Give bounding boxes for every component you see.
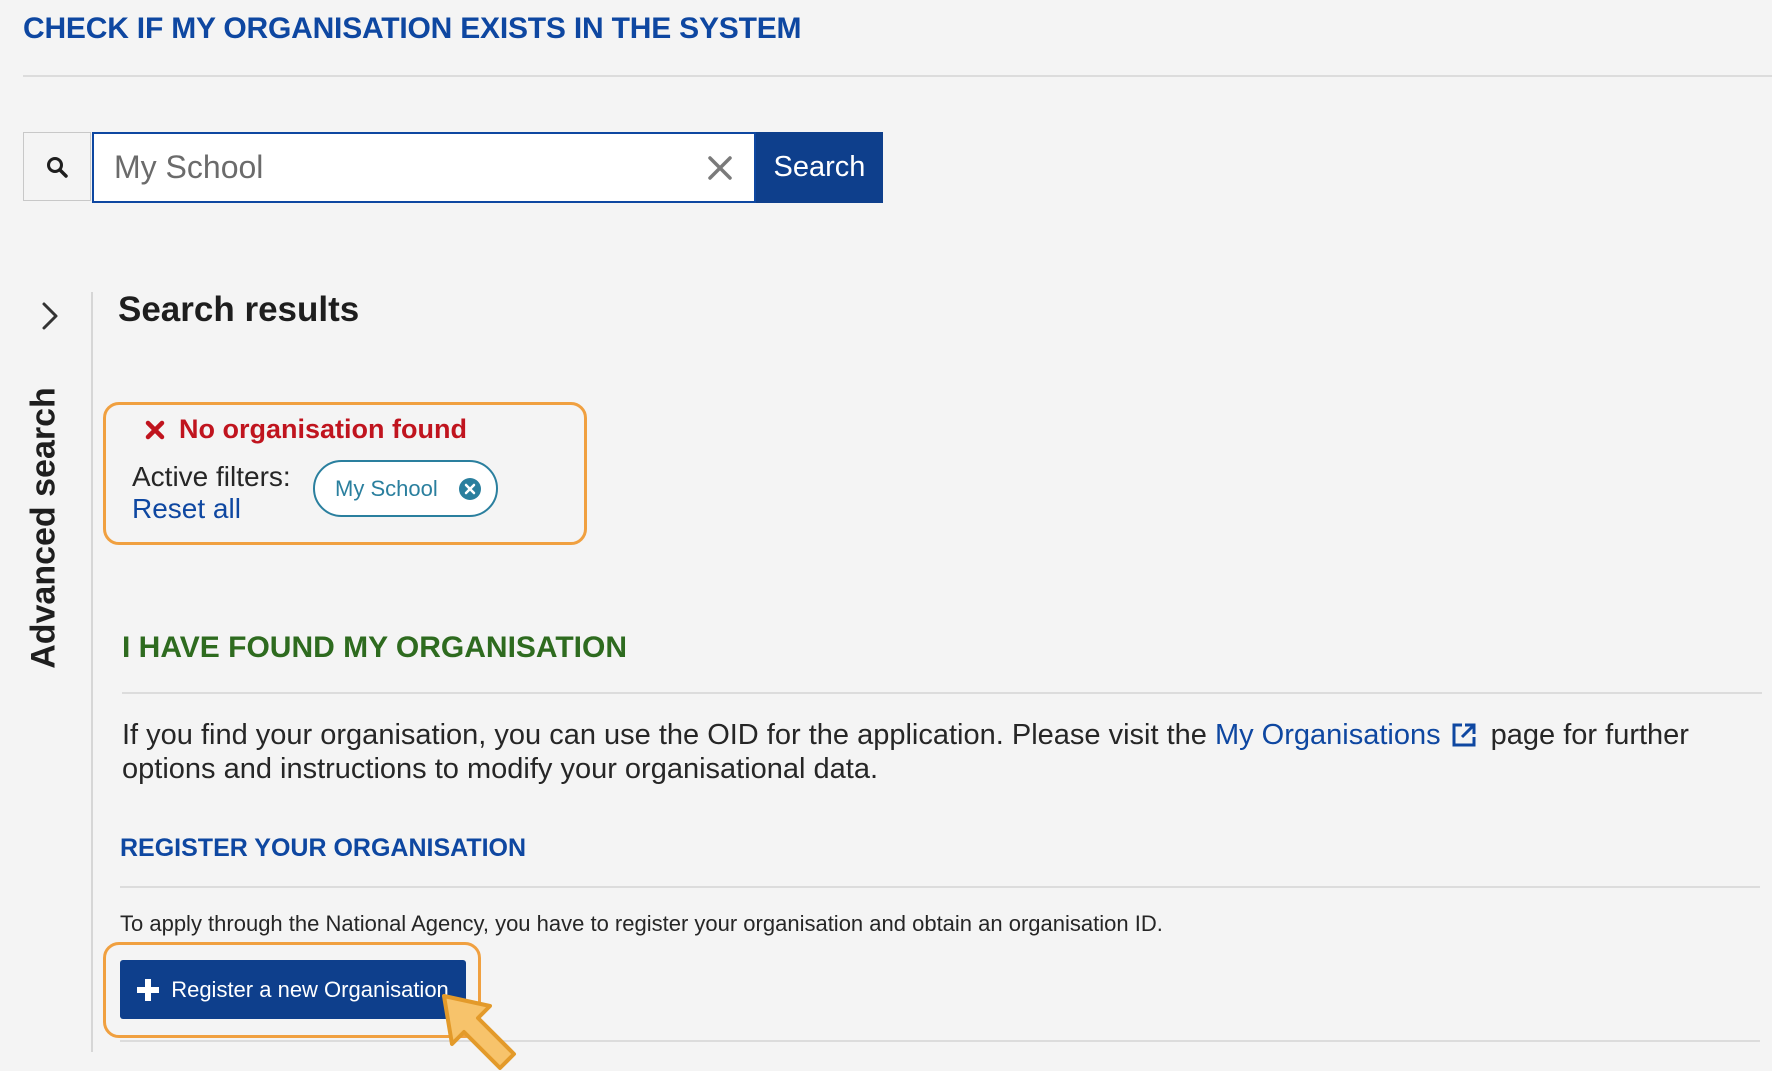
register-button-label: Register a new Organisation — [171, 976, 449, 1002]
close-circle-icon[interactable] — [458, 477, 482, 501]
search-icon — [47, 156, 68, 178]
search-button[interactable]: Search — [756, 132, 883, 203]
found-divider — [122, 692, 1762, 694]
search-icon-box — [23, 132, 91, 201]
register-organisation-heading: REGISTER YOUR ORGANISATION — [120, 834, 527, 862]
clear-search-button[interactable] — [700, 148, 740, 188]
plus-icon — [137, 978, 160, 1001]
found-organisation-heading: I HAVE FOUND MY ORGANISATION — [122, 631, 628, 664]
filter-chip[interactable]: My School — [313, 460, 498, 517]
advanced-search-label[interactable]: Advanced search — [25, 387, 64, 669]
pointer-arrow-icon — [442, 994, 516, 1070]
register-divider — [120, 886, 1760, 888]
bottom-divider — [120, 1040, 1760, 1042]
register-organisation-text: To apply through the National Agency, yo… — [120, 911, 1163, 936]
external-link-icon[interactable] — [1451, 722, 1477, 748]
search-results-heading: Search results — [118, 290, 360, 329]
found-organisation-text: If you find your organisation, you can u… — [122, 719, 1689, 785]
my-organisations-link[interactable]: My Organisations — [1215, 719, 1441, 751]
x-icon — [145, 420, 165, 439]
reset-all-link[interactable]: Reset all — [132, 493, 241, 525]
search-input[interactable] — [114, 146, 674, 188]
active-filters-label: Active filters: — [132, 461, 291, 492]
header-divider — [23, 75, 1772, 77]
advanced-search-toggle[interactable] — [34, 296, 66, 336]
page-title: CHECK IF MY ORGANISATION EXISTS IN THE S… — [23, 12, 802, 45]
chevron-right-icon — [42, 302, 58, 330]
no-results-text: No organisation found — [179, 414, 467, 444]
filter-chip-label: My School — [335, 475, 438, 501]
register-new-organisation-button[interactable]: Register a new Organisation — [120, 960, 466, 1019]
sidebar-divider — [91, 292, 93, 1052]
search-field[interactable] — [92, 132, 756, 203]
no-results-message: No organisation found — [145, 414, 467, 445]
close-icon — [708, 156, 732, 180]
